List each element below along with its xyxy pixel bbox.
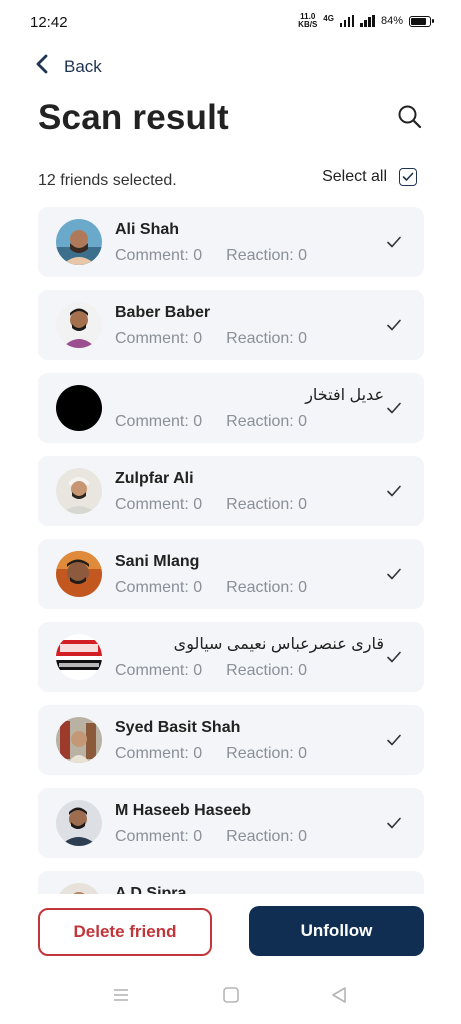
friend-stats: Comment: 0 Reaction: 0 — [115, 330, 307, 348]
checkbox-checked-icon[interactable] — [399, 168, 417, 186]
comment-count: Comment: 0 — [115, 413, 203, 430]
battery-percent: 84% — [380, 15, 403, 27]
avatar — [56, 634, 102, 680]
reaction-count: Reaction: 0 — [226, 413, 308, 430]
friend-stats: Comment: 0 Reaction: 0 — [115, 662, 307, 680]
friend-row[interactable]: Zulpfar Ali Comment: 0 Reaction: 0 — [38, 456, 424, 526]
comment-count: Comment: 0 — [115, 330, 203, 347]
reaction-count: Reaction: 0 — [226, 662, 308, 679]
friend-row[interactable]: Syed Basit Shah Comment: 0 Reaction: 0 — [38, 705, 424, 775]
page-title: Scan result — [38, 98, 229, 137]
friend-row[interactable]: Baber Baber Comment: 0 Reaction: 0 — [38, 290, 424, 360]
comment-count: Comment: 0 — [115, 579, 203, 596]
search-button[interactable] — [397, 104, 423, 130]
delete-friend-button[interactable]: Delete friend — [38, 908, 212, 956]
friend-row[interactable]: Sani Mlang Comment: 0 Reaction: 0 — [38, 539, 424, 609]
signal-icon — [339, 15, 355, 27]
comment-count: Comment: 0 — [115, 745, 203, 762]
avatar — [56, 468, 102, 514]
checkmark-icon[interactable] — [386, 400, 402, 416]
friend-stats: Comment: 0 Reaction: 0 — [115, 579, 307, 597]
select-all-toggle[interactable]: Select all — [322, 168, 417, 186]
friend-row[interactable]: A D Sipra — [38, 871, 424, 894]
avatar — [56, 800, 102, 846]
friend-stats: Comment: 0 Reaction: 0 — [115, 247, 307, 265]
comment-count: Comment: 0 — [115, 828, 203, 845]
friend-stats: Comment: 0 Reaction: 0 — [115, 496, 307, 514]
checkmark-icon[interactable] — [386, 649, 402, 665]
avatar — [56, 551, 102, 597]
unfollow-button[interactable]: Unfollow — [249, 906, 424, 956]
avatar — [56, 219, 102, 265]
friend-name: Zulpfar Ali — [115, 470, 194, 487]
friend-row[interactable]: قاری عنصرعباس نعیمی سیالوی Comment: 0 Re… — [38, 622, 424, 692]
reaction-count: Reaction: 0 — [226, 330, 308, 347]
checkmark-icon[interactable] — [386, 732, 402, 748]
checkmark-icon[interactable] — [386, 566, 402, 582]
checkmark-icon[interactable] — [386, 483, 402, 499]
avatar — [56, 302, 102, 348]
reaction-count: Reaction: 0 — [226, 579, 308, 596]
network-speed: 11.0 KB/S — [298, 13, 317, 29]
friend-row[interactable]: Ali Shah Comment: 0 Reaction: 0 — [38, 207, 424, 277]
network-speed-unit: KB/S — [298, 20, 318, 29]
avatar — [56, 385, 102, 431]
comment-count: Comment: 0 — [115, 496, 203, 513]
status-bar: 12:42 11.0 KB/S 4G 84% — [0, 0, 461, 44]
reaction-count: Reaction: 0 — [226, 745, 308, 762]
reaction-count: Reaction: 0 — [226, 247, 308, 264]
reaction-count: Reaction: 0 — [226, 496, 308, 513]
comment-count: Comment: 0 — [115, 662, 203, 679]
friend-name: M Haseeb Haseeb — [115, 802, 252, 819]
friend-name: قاری عنصرعباس نعیمی سیالوی — [173, 636, 384, 653]
back-label: Back — [64, 56, 102, 76]
status-indicators: 11.0 KB/S 4G 84% — [298, 13, 434, 29]
system-nav-bar — [0, 980, 461, 1014]
friend-row[interactable]: عدیل افتخار Comment: 0 Reaction: 0 — [38, 373, 424, 443]
battery-fill — [411, 17, 427, 25]
friend-name: Sani Mlang — [115, 553, 200, 570]
menu-icon[interactable] — [112, 986, 130, 1009]
status-time: 12:42 — [30, 14, 68, 31]
battery-icon — [409, 15, 434, 27]
friend-name: عدیل افتخار — [305, 387, 384, 404]
reaction-count: Reaction: 0 — [226, 828, 308, 845]
home-square-icon[interactable] — [222, 986, 240, 1009]
friend-name: Ali Shah — [115, 221, 180, 238]
friend-name: A D Sipra — [115, 885, 187, 894]
signal-icon-secondary — [360, 15, 375, 27]
chevron-left-icon — [36, 54, 48, 79]
back-button[interactable]: Back — [36, 54, 102, 79]
friend-name: Syed Basit Shah — [115, 719, 241, 736]
friend-stats: Comment: 0 Reaction: 0 — [115, 413, 307, 431]
checkmark-icon[interactable] — [386, 317, 402, 333]
avatar — [56, 717, 102, 763]
comment-count: Comment: 0 — [115, 247, 203, 264]
avatar — [56, 883, 102, 894]
select-all-label: Select all — [322, 168, 387, 185]
friend-row[interactable]: M Haseeb Haseeb Comment: 0 Reaction: 0 — [38, 788, 424, 858]
back-triangle-icon[interactable] — [330, 986, 348, 1009]
friend-list[interactable]: Ali Shah Comment: 0 Reaction: 0 Baber Ba… — [38, 207, 424, 894]
network-type: 4G — [323, 13, 334, 23]
selected-count: 12 friends selected. — [38, 172, 177, 189]
friend-stats: Comment: 0 Reaction: 0 — [115, 745, 307, 763]
checkmark-icon[interactable] — [386, 815, 402, 831]
search-icon — [397, 105, 423, 134]
checkmark-icon[interactable] — [386, 234, 402, 250]
friend-name: Baber Baber — [115, 304, 211, 321]
friend-stats: Comment: 0 Reaction: 0 — [115, 828, 307, 846]
